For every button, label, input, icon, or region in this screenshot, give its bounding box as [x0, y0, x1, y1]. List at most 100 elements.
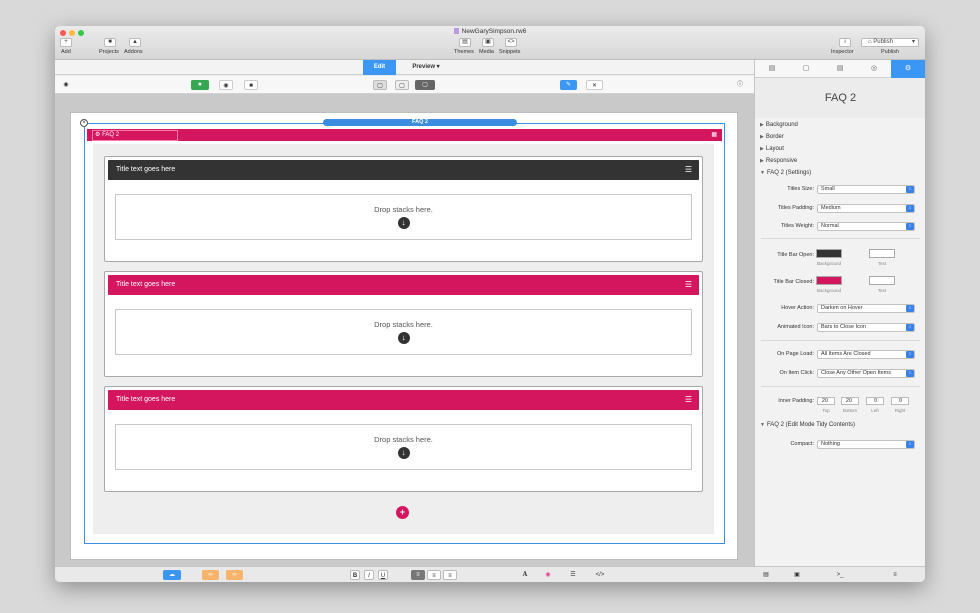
hover-action-select[interactable]: Darken on Hover ↕	[817, 304, 915, 313]
padding-left-stepper[interactable]: 0	[866, 397, 884, 405]
section-label: FAQ 2 (Settings)	[766, 170, 812, 176]
cloud-icon[interactable]: ☁	[163, 570, 181, 580]
snippets-label: Snippets	[499, 49, 521, 55]
section-tidy-contents[interactable]: ▼ FAQ 2 (Edit Mode Tidy Contents)	[760, 422, 855, 428]
link-icon[interactable]: ∞	[202, 570, 219, 580]
animated-icon-label: Animated Icon:	[777, 324, 814, 330]
lock-icon[interactable]: ■	[244, 80, 258, 90]
add-item-button[interactable]: +	[396, 506, 409, 519]
section-label: Border	[765, 134, 784, 140]
align-right-icon[interactable]: ≡	[443, 570, 457, 580]
bar-closed-background-swatch[interactable]	[816, 276, 842, 285]
titles-weight-label: Titles Weight:	[780, 223, 814, 229]
align-center-icon[interactable]: ≡	[427, 570, 441, 580]
target-tab-icon[interactable]: ◎	[857, 60, 891, 78]
padding-bottom-stepper[interactable]: 20	[841, 397, 859, 405]
faq-item: Title text goes here ☰ Drop stacks here.…	[104, 386, 703, 492]
section-faq-settings[interactable]: ▼ FAQ 2 (Settings)	[760, 170, 811, 176]
inspector-tabs: ▤ ▢ ▤ ◎ ⚙	[755, 60, 925, 78]
stack-selection[interactable]: × FAQ 2 ⚙ FAQ 2 ▦ Title text goes here ☰	[80, 119, 725, 544]
layout-tab-icon[interactable]: ▢	[789, 60, 823, 78]
settings-tab-icon[interactable]: ⚙	[891, 60, 925, 78]
header-tab-icon[interactable]: ▤	[823, 60, 857, 78]
on-item-click-select[interactable]: Close Any Other Open Items ↕	[817, 369, 915, 378]
close-icon[interactable]: ✕	[586, 80, 603, 90]
disclosure-open-icon: ▼	[760, 170, 765, 176]
resources-icon[interactable]: ▤	[761, 570, 771, 580]
drop-zone-text: Drop stacks here.	[374, 435, 433, 444]
media-button[interactable]: ▣	[482, 38, 494, 47]
themes-button[interactable]: ▤	[459, 38, 471, 47]
menu-bars-icon: ☰	[684, 280, 692, 289]
view-mode-1-button[interactable]: ▢	[373, 80, 387, 90]
drop-zone[interactable]: Drop stacks here. ↓	[115, 194, 692, 240]
divider	[761, 238, 920, 239]
tab-preview[interactable]: Preview ▾	[398, 60, 454, 75]
disclosure-open-icon: ▼	[760, 422, 765, 428]
site-icon[interactable]: ▣	[792, 570, 802, 580]
info-icon[interactable]: ⓘ	[735, 80, 745, 90]
inspector-button[interactable]: i	[839, 38, 851, 47]
drop-zone[interactable]: Drop stacks here. ↓	[115, 309, 692, 355]
section-border[interactable]: ▶ Border	[760, 134, 784, 140]
bar-closed-text-swatch[interactable]	[869, 276, 895, 285]
chevron-down-icon: ▾	[436, 64, 440, 70]
code-icon[interactable]: </>	[593, 570, 607, 580]
list-icon[interactable]: ☰	[567, 570, 579, 580]
view-mode-2-button[interactable]: ▢	[395, 80, 409, 90]
faq-item-title-bar[interactable]: Title text goes here ☰	[108, 390, 699, 410]
padding-right-caption: Right	[894, 408, 906, 413]
section-responsive[interactable]: ▶ Responsive	[760, 158, 797, 164]
page-tab-icon[interactable]: ▤	[755, 60, 789, 78]
inspector-label: Inspector	[831, 49, 854, 55]
view-mode-3-button[interactable]: ▢	[415, 80, 435, 90]
titles-weight-select[interactable]: Normal ↕	[817, 222, 915, 231]
grid-icon[interactable]: ▦	[711, 129, 717, 141]
drop-zone[interactable]: Drop stacks here. ↓	[115, 424, 692, 470]
faq-stack-bar[interactable]: ⚙ FAQ 2 ▦	[87, 129, 722, 141]
terminal-icon[interactable]: >_	[833, 570, 847, 580]
section-label: Responsive	[765, 158, 798, 164]
section-layout[interactable]: ▶ Layout	[760, 146, 784, 152]
titles-padding-select[interactable]: Medium ↕	[817, 204, 915, 213]
addons-label: Addons	[124, 49, 143, 55]
font-icon[interactable]: A	[520, 570, 530, 580]
unlink-icon[interactable]: ∞	[226, 570, 243, 580]
projects-button[interactable]: ■	[104, 38, 116, 47]
bar-open-background-swatch[interactable]	[816, 249, 842, 258]
section-label: FAQ 2 (Edit Mode Tidy Contents)	[766, 422, 855, 428]
bold-icon[interactable]: B	[350, 570, 360, 580]
compact-select[interactable]: Nothing ↕	[817, 440, 915, 449]
align-left-icon[interactable]: ≡	[411, 570, 425, 580]
chevron-updown-icon: ↕	[906, 186, 914, 193]
on-page-load-select[interactable]: All Items Are Closed ↕	[817, 350, 915, 359]
faq-item-title-bar[interactable]: Title text goes here ☰	[108, 160, 699, 180]
padding-top-stepper[interactable]: 20	[817, 397, 835, 405]
stacks-library-button[interactable]: ★	[191, 80, 209, 90]
sliders-icon[interactable]: ≡	[889, 570, 901, 580]
animated-icon-select[interactable]: Bars to Close Icon ↕	[817, 323, 915, 332]
bar-open-text-swatch[interactable]	[869, 249, 895, 258]
hover-action-label: Hover Action:	[781, 305, 814, 311]
chevron-updown-icon: ↕	[906, 441, 914, 448]
remove-stack-icon[interactable]: ×	[80, 119, 88, 127]
tab-edit[interactable]: Edit	[363, 60, 396, 75]
add-button[interactable]: +	[60, 38, 72, 47]
faq-item-title-bar[interactable]: Title text goes here ☰	[108, 275, 699, 295]
on-page-load-label: On Page Load:	[776, 351, 814, 357]
stack-icon[interactable]: ◉	[61, 80, 71, 90]
drop-zone-text: Drop stacks here.	[374, 205, 433, 214]
pencil-icon[interactable]: ✎	[560, 80, 577, 90]
snippets-button[interactable]: <>	[505, 38, 517, 47]
eye-icon[interactable]: ◉	[219, 80, 233, 90]
section-background[interactable]: ▶ Background	[760, 122, 798, 128]
addons-button[interactable]: ▲	[129, 38, 141, 47]
color-wheel-icon[interactable]: ◉	[543, 570, 553, 580]
underline-icon[interactable]: U	[378, 570, 388, 580]
faq-stack-bar-label: FAQ 2	[102, 132, 120, 138]
titles-size-select[interactable]: Small ↕	[817, 185, 915, 194]
publish-button[interactable]: ⌂ Publish ▾	[861, 38, 919, 47]
italic-icon[interactable]: I	[364, 570, 374, 580]
faq-item-title: Title text goes here	[116, 396, 176, 403]
padding-right-stepper[interactable]: 0	[891, 397, 909, 405]
